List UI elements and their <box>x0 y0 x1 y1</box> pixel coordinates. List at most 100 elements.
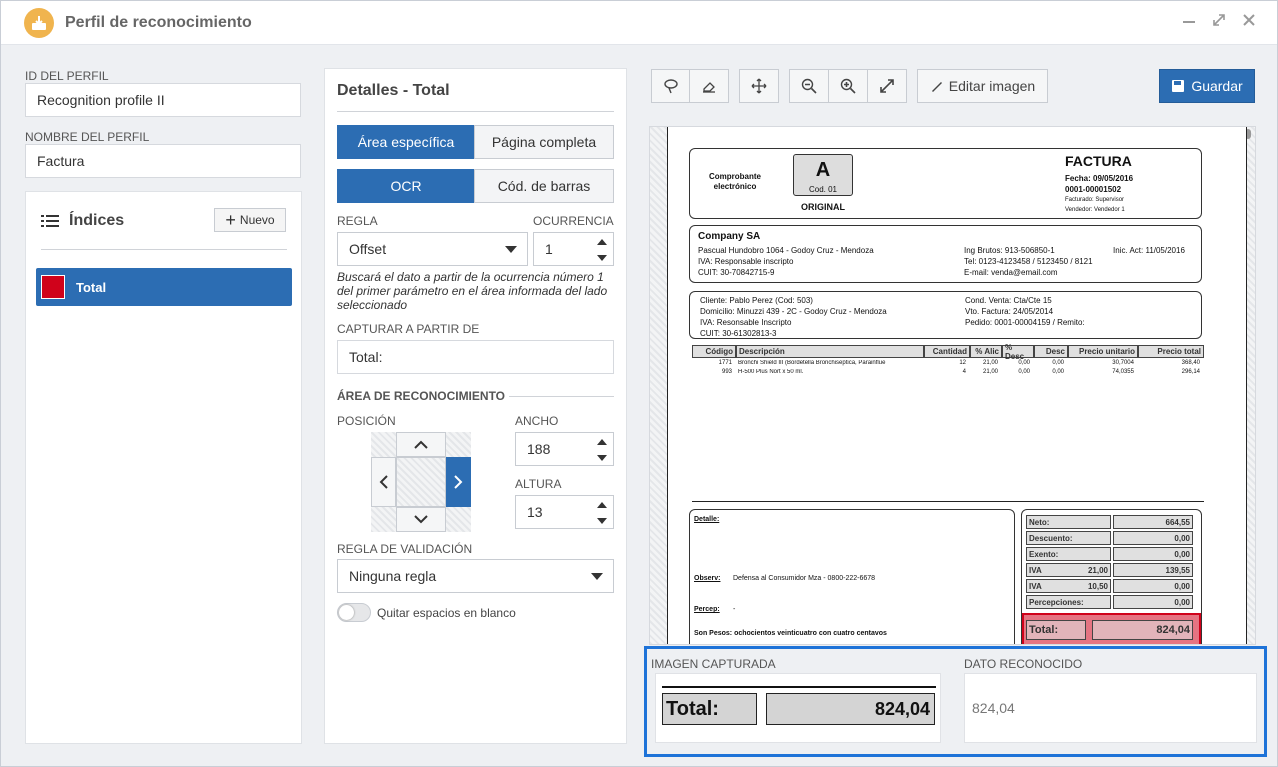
table-cell: 12 <box>959 360 966 366</box>
width-stepper[interactable]: 188 <box>515 432 614 466</box>
chevron-up-icon <box>414 440 428 449</box>
invoice-code: Cod. 01 <box>808 185 838 194</box>
position-label: POSICIÓN <box>337 414 396 428</box>
window-title: Perfil de reconocimiento <box>65 14 252 31</box>
captured-image-line <box>662 686 936 688</box>
recognition-profile-window: Perfil de reconocimiento ID DEL PERFIL R… <box>0 0 1278 767</box>
invoice-letter: A <box>815 159 831 181</box>
move-icon <box>751 78 767 94</box>
invoice-client-cuit: CUIT: 30-61302813-3 <box>700 329 777 338</box>
rule-label: REGLA <box>337 214 378 228</box>
recognized-data-value: 824,04 <box>964 673 1257 743</box>
table-cell: 4 <box>962 369 966 375</box>
zoom-in-button[interactable] <box>828 69 868 103</box>
invoice-due-date: Vto. Factura: 24/05/2014 <box>965 307 1054 316</box>
table-header: Desc <box>1034 345 1068 358</box>
save-button[interactable]: Guardar <box>1159 69 1255 103</box>
totals-label: Exento: <box>1026 547 1111 561</box>
spinner-arrows-icon[interactable] <box>597 502 607 524</box>
invoice-seller: Vendedor: Vendedor 1 <box>1065 207 1125 213</box>
invoice-company-iva: IVA: Responsable inscripto <box>698 257 794 266</box>
total-value: 824,04 <box>1092 620 1193 640</box>
position-down-button[interactable] <box>396 507 446 532</box>
eraser-tool-button[interactable] <box>689 69 729 103</box>
table-header: Precio unitario <box>1068 345 1138 358</box>
edit-image-button[interactable]: Editar imagen <box>917 69 1048 103</box>
position-right-button[interactable] <box>446 457 471 507</box>
minimize-icon[interactable] <box>1179 12 1199 32</box>
remove-spaces-toggle[interactable] <box>337 603 371 622</box>
lasso-tool-button[interactable] <box>651 69 690 103</box>
table-cell: 1771 <box>718 360 732 366</box>
spinner-arrows-icon[interactable] <box>597 239 607 261</box>
invoice-client-box: Cliente: Pablo Perez (Cod: 503) Domicili… <box>689 291 1202 339</box>
invoice-sale-condition: Cond. Venta: Cta/Cte 15 <box>965 296 1052 305</box>
profile-id-input[interactable]: Recognition profile II <box>25 83 301 117</box>
occurrence-label: OCURRENCIA <box>533 214 614 228</box>
eraser-icon <box>703 82 715 93</box>
table-cell: 993 <box>721 369 732 375</box>
iva-rate: 10,50 <box>1087 581 1108 591</box>
tab-ocr[interactable]: OCR <box>337 169 475 203</box>
tab-specific-area[interactable]: Área específica <box>337 125 475 159</box>
table-cell: 21,00 <box>982 360 998 366</box>
chevron-down-icon <box>414 515 428 524</box>
occurrence-stepper[interactable]: 1 <box>533 232 614 266</box>
chevron-left-icon <box>379 475 388 489</box>
tab-full-page[interactable]: Página completa <box>474 125 614 159</box>
table-header: Descripción <box>736 345 924 358</box>
rule-select[interactable]: Offset <box>337 232 528 266</box>
table-cell: 30,7004 <box>1112 360 1134 366</box>
table-header: Precio total <box>1138 345 1204 358</box>
validation-rule-select[interactable]: Ninguna regla <box>337 559 614 593</box>
iva-label: IVA <box>1029 581 1042 591</box>
plus-icon: + <box>225 210 236 230</box>
expand-icon <box>880 79 894 93</box>
profile-name-label: NOMBRE DEL PERFIL <box>25 130 150 144</box>
spinner-arrows-icon[interactable] <box>597 439 607 461</box>
captured-total-value: 824,04 <box>766 693 935 725</box>
chevron-down-icon <box>505 246 517 253</box>
captured-image-label: IMAGEN CAPTURADA <box>651 657 776 671</box>
indices-panel: Índices + Nuevo Total <box>25 191 302 744</box>
invoice-company-cuit: CUIT: 30-70842715-9 <box>698 268 775 277</box>
totals-label: Percepciones: <box>1026 595 1111 609</box>
indices-title: Índices <box>69 212 125 229</box>
chevron-right-icon <box>454 475 463 489</box>
invoice-date: Fecha: 09/05/2016 <box>1065 174 1134 183</box>
invoice-billed-by: Facturado: Supervisor <box>1065 197 1125 203</box>
tab-barcode[interactable]: Cód. de barras <box>474 169 614 203</box>
close-icon[interactable] <box>1239 12 1259 32</box>
width-label: ANCHO <box>515 414 559 428</box>
invoice-items: 1771 Bronchi Shield III (Bordetella Bron… <box>692 360 1204 380</box>
invoice-ing-brutos: Ing Brutos: 913-506850-1 <box>964 246 1055 255</box>
invoice-client-iva: IVA: Resonsable Inscripto <box>700 318 792 327</box>
pencil-icon <box>931 82 942 92</box>
invoice-details-box: Detalle: Observ: Defensa al Consumidor M… <box>689 509 1015 644</box>
image-viewer[interactable]: Comprobante electrónico A Cod. 01 ORIGIN… <box>649 126 1256 645</box>
move-tool-button[interactable] <box>739 69 779 103</box>
zoom-in-icon <box>840 78 856 94</box>
invoice-detail-label: Detalle: <box>694 516 720 523</box>
height-stepper[interactable]: 13 <box>515 495 614 529</box>
totals-value: 664,55 <box>1113 515 1193 529</box>
recognition-area-label: ÁREA DE RECONOCIMIENTO <box>337 389 506 403</box>
height-label: ALTURA <box>515 477 562 491</box>
invoice-order: Pedido: 0001-00004159 / Remito: <box>965 318 1085 327</box>
expand-icon[interactable] <box>1209 12 1229 32</box>
position-left-button[interactable] <box>371 457 396 507</box>
invoice-page: Comprobante electrónico A Cod. 01 ORIGIN… <box>667 127 1247 644</box>
position-up-button[interactable] <box>396 432 446 457</box>
invoice-percep-label: Percep: <box>694 606 720 613</box>
invoice-separator <box>692 501 1204 502</box>
new-index-button[interactable]: + Nuevo <box>214 208 286 232</box>
fit-screen-button[interactable] <box>867 69 907 103</box>
profile-name-input[interactable]: Factura <box>25 144 301 178</box>
captured-total-label: Total: <box>662 693 757 725</box>
zoom-out-button[interactable] <box>789 69 829 103</box>
floppy-disk-icon <box>1172 80 1185 92</box>
captured-image-box: Total: 824,04 <box>655 673 941 743</box>
capture-from-input[interactable]: Total: <box>337 340 614 374</box>
height-value: 13 <box>527 504 543 520</box>
index-item-total[interactable]: Total <box>36 268 292 306</box>
